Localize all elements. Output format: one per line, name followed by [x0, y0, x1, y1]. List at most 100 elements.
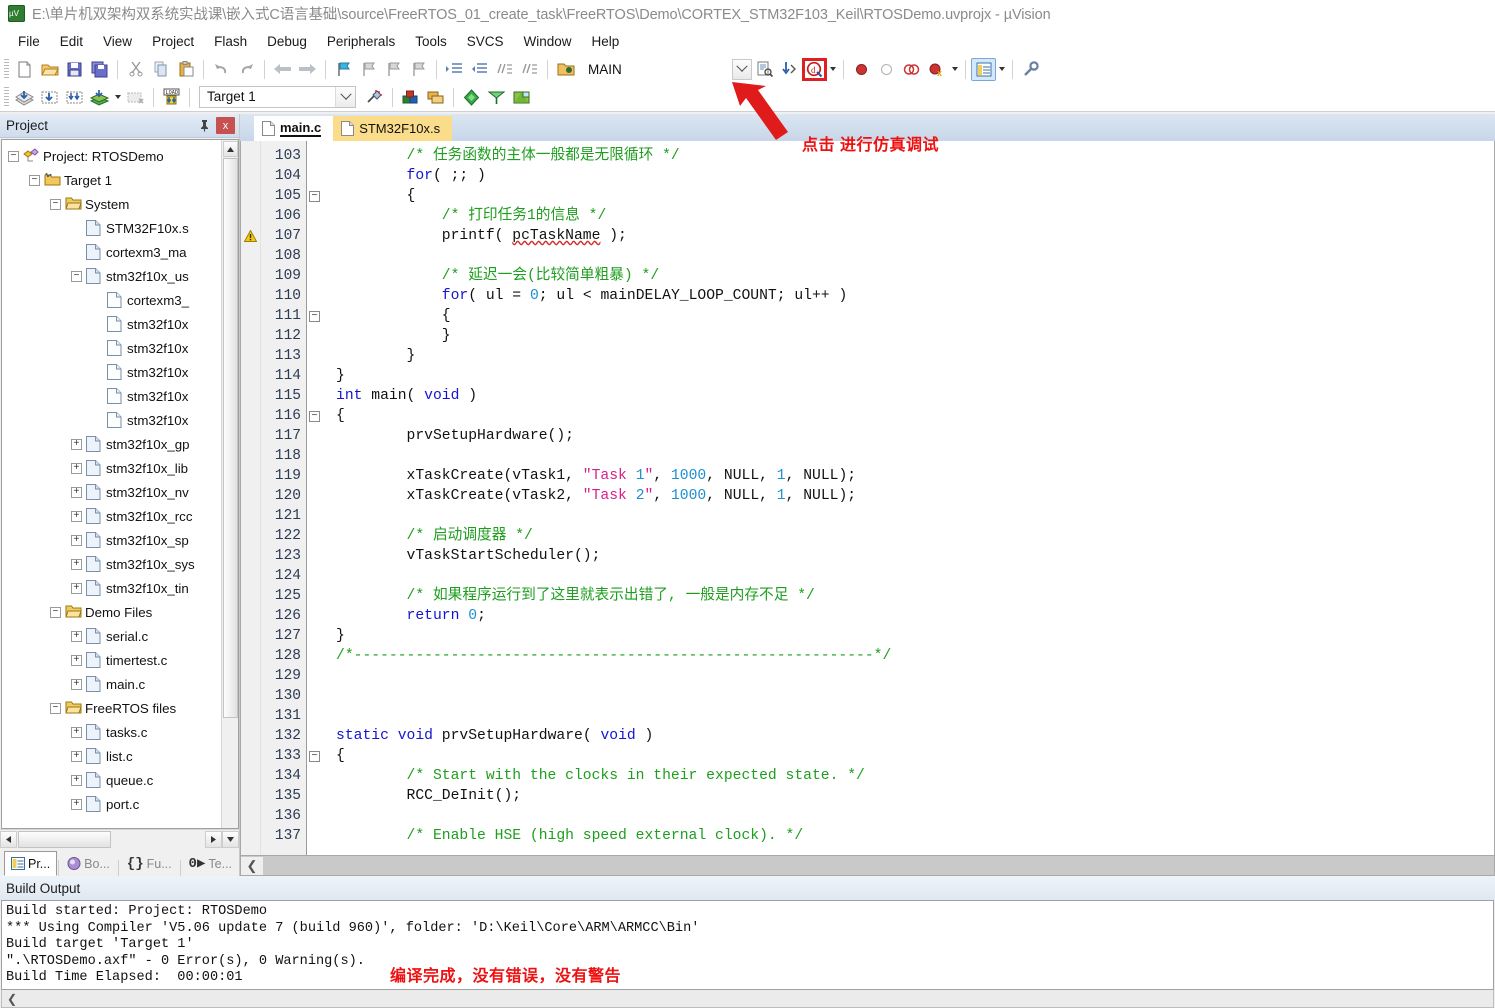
- code-line[interactable]: [336, 686, 1494, 706]
- bookmark-toggle-icon[interactable]: [331, 58, 356, 81]
- paste-icon[interactable]: [173, 58, 198, 81]
- save-all-icon[interactable]: [87, 58, 112, 81]
- editor-tab-stm32f10x-s[interactable]: STM32F10x.s: [333, 116, 452, 141]
- code-line[interactable]: for( ul = 0; ul < mainDELAY_LOOP_COUNT; …: [336, 286, 1494, 306]
- editor-tab-main-c[interactable]: main.c: [254, 116, 333, 141]
- open-project-icon[interactable]: [553, 58, 578, 81]
- tree-item[interactable]: −stm32f10x_us: [2, 264, 221, 288]
- code-line[interactable]: [336, 446, 1494, 466]
- project-tree-horizontal-scrollbar[interactable]: [0, 829, 239, 848]
- expand-icon[interactable]: +: [71, 463, 82, 474]
- collapse-icon[interactable]: −: [50, 607, 61, 618]
- toolbar-grip-2[interactable]: [4, 87, 9, 107]
- menu-item-flash[interactable]: Flash: [204, 31, 257, 52]
- collapse-icon[interactable]: −: [8, 151, 19, 162]
- tree-item[interactable]: −Target 1: [2, 168, 221, 192]
- disable-breakpoint-icon[interactable]: [874, 58, 899, 81]
- code-line[interactable]: [336, 666, 1494, 686]
- menu-item-debug[interactable]: Debug: [257, 31, 317, 52]
- tree-item[interactable]: +stm32f10x_gp: [2, 432, 221, 456]
- code-line[interactable]: xTaskCreate(vTask2, "Task 2", 1000, NULL…: [336, 486, 1494, 506]
- tab-templates[interactable]: 0▶ Te...: [182, 851, 239, 876]
- new-file-icon[interactable]: [12, 58, 37, 81]
- download-icon[interactable]: LOAD: [159, 86, 184, 109]
- code-line[interactable]: /* Enable HSE (high speed external clock…: [336, 826, 1494, 846]
- collapse-icon[interactable]: −: [71, 271, 82, 282]
- editor-marker-column[interactable]: [241, 141, 261, 855]
- tree-item[interactable]: +queue.c: [2, 768, 221, 792]
- menu-item-view[interactable]: View: [93, 31, 142, 52]
- tree-item[interactable]: cortexm3_ma: [2, 240, 221, 264]
- menu-item-svcs[interactable]: SVCS: [457, 31, 514, 52]
- code-line[interactable]: {: [336, 306, 1494, 326]
- tab-project[interactable]: Pr...: [4, 851, 57, 876]
- tree-item[interactable]: stm32f10x: [2, 360, 221, 384]
- tree-item[interactable]: stm32f10x: [2, 384, 221, 408]
- build-output-scrollbar[interactable]: ❮: [1, 990, 1494, 1008]
- project-tree[interactable]: −Project: RTOSDemo−Target 1−SystemSTM32F…: [2, 140, 221, 828]
- code-line[interactable]: /*--------------------------------------…: [336, 646, 1494, 666]
- code-line[interactable]: /* 如果程序运行到了这里就表示出错了, 一般是内存不足 */: [336, 586, 1494, 606]
- tree-item[interactable]: STM32F10x.s: [2, 216, 221, 240]
- code-line[interactable]: xTaskCreate(vTask1, "Task 1", 1000, NULL…: [336, 466, 1494, 486]
- tree-item[interactable]: −Project: RTOSDemo: [2, 144, 221, 168]
- manage-runtime-icon[interactable]: [484, 86, 509, 109]
- menu-item-window[interactable]: Window: [513, 31, 581, 52]
- tab-books[interactable]: Bo...: [60, 851, 117, 876]
- project-tree-vertical-scrollbar[interactable]: [221, 140, 238, 828]
- code-line[interactable]: [336, 506, 1494, 526]
- insert-breakpoint-icon[interactable]: [849, 58, 874, 81]
- scroll-left-arrow-icon[interactable]: [0, 831, 17, 848]
- toolbar-grip[interactable]: [4, 59, 9, 79]
- tree-item[interactable]: +list.c: [2, 744, 221, 768]
- hscrollbar-thumb[interactable]: [18, 831, 111, 848]
- batch-build-icon[interactable]: [87, 86, 112, 109]
- menu-item-edit[interactable]: Edit: [50, 31, 93, 52]
- bookmark-next-icon[interactable]: [381, 58, 406, 81]
- tree-item[interactable]: +port.c: [2, 792, 221, 816]
- stop-build-icon[interactable]: [123, 86, 148, 109]
- code-line[interactable]: int main( void ): [336, 386, 1494, 406]
- editor-source-text[interactable]: /* 任务函数的主体一般都是无限循环 */ for( ;; ) { /* 打印任…: [328, 141, 1494, 855]
- cut-icon[interactable]: [123, 58, 148, 81]
- code-line[interactable]: for( ;; ): [336, 166, 1494, 186]
- fold-toggle-icon[interactable]: −: [307, 406, 328, 426]
- tree-item[interactable]: stm32f10x: [2, 336, 221, 360]
- fold-toggle-icon[interactable]: −: [307, 306, 328, 326]
- scrollbar-thumb[interactable]: [223, 158, 238, 718]
- tree-item[interactable]: stm32f10x: [2, 408, 221, 432]
- expand-icon[interactable]: +: [71, 511, 82, 522]
- tree-item[interactable]: +tasks.c: [2, 720, 221, 744]
- save-icon[interactable]: [62, 58, 87, 81]
- code-line[interactable]: return 0;: [336, 606, 1494, 626]
- expand-icon[interactable]: +: [71, 655, 82, 666]
- expand-icon[interactable]: +: [71, 679, 82, 690]
- code-line[interactable]: }: [336, 326, 1494, 346]
- expand-icon[interactable]: +: [71, 583, 82, 594]
- code-line[interactable]: /* 延迟一会(比较简单粗暴) */: [336, 266, 1494, 286]
- expand-icon[interactable]: +: [71, 559, 82, 570]
- fold-toggle-icon[interactable]: −: [307, 746, 328, 766]
- tree-item[interactable]: +timertest.c: [2, 648, 221, 672]
- build-target-icon[interactable]: [37, 86, 62, 109]
- configure-icon[interactable]: [1018, 58, 1043, 81]
- build-file-icon[interactable]: [12, 86, 37, 109]
- tree-item[interactable]: +main.c: [2, 672, 221, 696]
- build-output-text[interactable]: Build started: Project: RTOSDemo*** Usin…: [1, 900, 1494, 990]
- menu-item-help[interactable]: Help: [582, 31, 630, 52]
- expand-icon[interactable]: +: [71, 487, 82, 498]
- pack-installer-icon[interactable]: [459, 86, 484, 109]
- tree-item[interactable]: −FreeRTOS files: [2, 696, 221, 720]
- manage-project-items-icon[interactable]: [398, 86, 423, 109]
- code-line[interactable]: /* 启动调度器 */: [336, 526, 1494, 546]
- bookmark-clear-icon[interactable]: [406, 58, 431, 81]
- code-line[interactable]: static void prvSetupHardware( void ): [336, 726, 1494, 746]
- code-line[interactable]: [336, 246, 1494, 266]
- disable-all-breakpoints-icon[interactable]: x: [924, 58, 949, 81]
- code-line[interactable]: printf( pcTaskName );: [336, 226, 1494, 246]
- menu-item-file[interactable]: File: [8, 31, 50, 52]
- pack-manage-icon[interactable]: [509, 86, 534, 109]
- code-line[interactable]: [336, 806, 1494, 826]
- pin-icon[interactable]: [196, 118, 212, 134]
- code-line[interactable]: }: [336, 626, 1494, 646]
